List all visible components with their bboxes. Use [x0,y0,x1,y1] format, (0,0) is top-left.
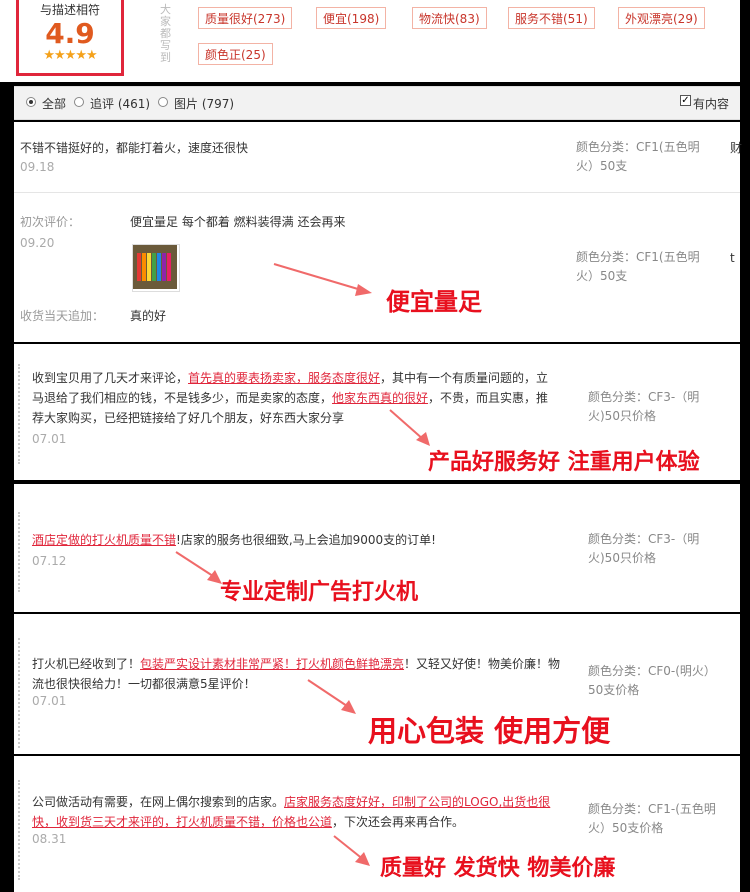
review-panel-1: 不错不错挺好的，都能打着火，速度还很快 09.18 颜色分类：CF1(五色明火）… [14,122,743,342]
radio-images[interactable] [158,97,168,107]
review-panel-4: 酒店定做的打火机质量不错!店家的服务也很细致,马上会追加9000支的订单! 07… [14,484,740,612]
dotted-rule [18,780,20,880]
dotted-rule [18,364,20,464]
review-1-variant: 颜色分类：CF1(五色明火）50支 [576,140,700,173]
dotted-rule [18,512,20,592]
tag-fast-shipping[interactable]: 物流快(83) [412,7,487,29]
review-5-date: 07.01 [32,694,67,708]
callout-custom-lighter: 专业定制广告打火机 [220,580,419,605]
tag-color[interactable]: 颜色正(25) [198,43,273,65]
review-1-edge-text: 财 [730,141,743,155]
star-rating-icon: ★★★★★ [43,48,97,63]
review-filter-bar: 全部 追评 (461) 图片 (797) ✓ 有内容 [14,86,740,120]
review-panel-5: 打火机已经收到了！包装严实设计素材非常严紧！打火机颜色鲜艳漂亮！又轻又好使！物美… [14,614,740,754]
callout-fast-cheap: 质量好 发货快 物美价廉 [380,856,616,881]
callout-arrow [333,835,370,866]
review-6-date: 08.31 [32,832,67,846]
rating-summary-panel: 与描述相符 4.9 ★★★★★ 大家都写到 质量很好(273) 便宜(198) … [0,0,740,82]
review-panel-6: 公司做活动有需要，在网上偶尔搜索到的店家。店家服务态度好好，印制了公司的LOGO… [14,756,740,892]
tags-heading: 大家都写到 [160,3,171,64]
callout-cheap-volume: 便宜量足 [386,288,482,316]
review-3-variant: 颜色分类：CF3-（明火)50只价格 [588,390,700,423]
review-6-text: 公司做活动有需要，在网上偶尔搜索到的店家。店家服务态度好好，印制了公司的LOGO… [32,795,551,829]
callout-arrow [307,679,356,714]
review-photo-thumbnail[interactable] [132,244,180,292]
review-4-variant: 颜色分类：CF3-（明火)50只价格 [588,532,700,565]
review-4-date: 07.12 [32,554,67,568]
radio-followup[interactable] [74,97,84,107]
callout-packaging: 用心包装 使用方便 [368,714,611,748]
review-2-variant: 颜色分类：CF1(五色明火）50支 [576,250,700,283]
review-6-variant: 颜色分类：CF1-(五色明火）50支价格 [588,802,716,835]
callout-quality-service: 产品好服务好 注重用户体验 [428,450,700,475]
initial-review-label: 初次评价： [20,215,81,229]
score-box: 与描述相符 4.9 ★★★★★ [16,0,124,76]
review-4-text: 酒店定做的打火机质量不错!店家的服务也很细致,马上会追加9000支的订单! [32,533,436,547]
tag-cheap[interactable]: 便宜(198) [316,7,387,29]
followup-label: 收货当天追加： [20,309,105,323]
score-caption: 与描述相符 [39,3,100,17]
review-2-edge-text: t [730,251,735,265]
review-1-date: 09.18 [20,160,55,174]
review-3-text: 收到宝贝用了几天才来评论，首先真的要表扬卖家，服务态度很好，其中有一个有质量问题… [32,371,549,425]
followup-text: 真的好 [130,309,167,323]
radio-all[interactable] [26,97,36,107]
has-content-checkbox[interactable]: ✓ [680,95,691,106]
tag-appearance[interactable]: 外观漂亮(29) [618,7,705,29]
review-5-text: 打火机已经收到了！包装严实设计素材非常严紧！打火机颜色鲜艳漂亮！又轻又好使！物美… [32,657,561,691]
filter-images-label[interactable]: 图片 (797) [174,95,234,112]
review-2-date: 09.20 [20,236,55,250]
review-3-date: 07.01 [32,432,67,446]
review-5-variant: 颜色分类：CF0-(明火）50支价格 [588,664,716,697]
dotted-rule [18,638,20,748]
tag-service[interactable]: 服务不错(51) [508,7,595,29]
score-value: 4.9 [45,17,95,50]
divider [14,192,740,193]
filter-followup-label[interactable]: 追评 (461) [90,95,150,112]
tag-quality[interactable]: 质量很好(273) [198,7,293,29]
review-1-text: 不错不错挺好的，都能打着火，速度还很快 [20,141,249,155]
review-2-text: 便宜量足 每个都着 燃料装得满 还会再来 [130,215,346,229]
has-content-label[interactable]: 有内容 [693,95,729,112]
callout-arrow [273,263,372,296]
review-panel-3: 收到宝贝用了几天才来评论，首先真的要表扬卖家，服务态度很好，其中有一个有质量问题… [14,344,740,480]
filter-all-label[interactable]: 全部 [42,95,66,112]
lighters-photo-icon [133,245,177,289]
